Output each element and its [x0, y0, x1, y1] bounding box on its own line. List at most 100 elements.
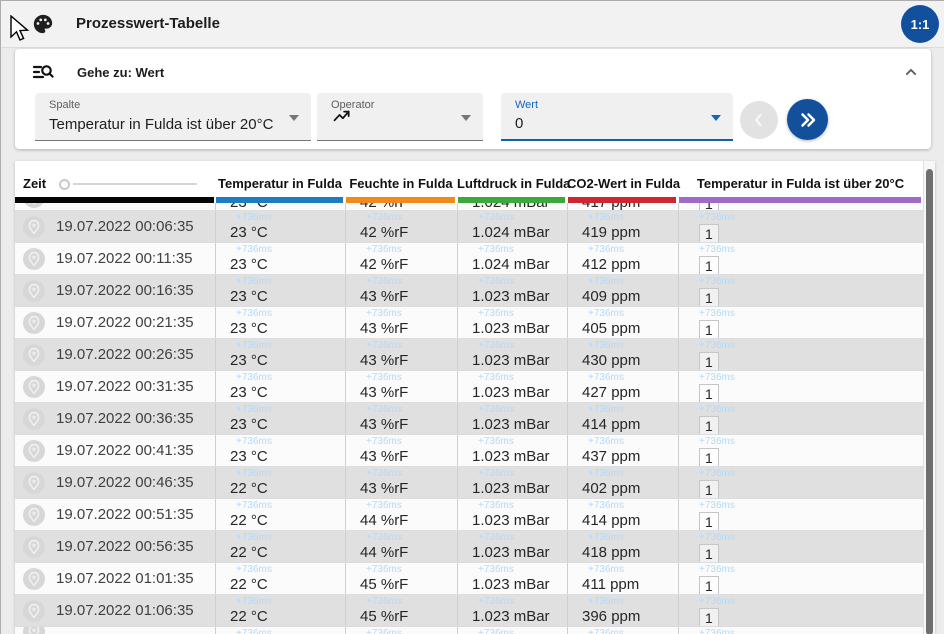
value-cell: +736ms 411 ppm [567, 563, 678, 594]
value-cell: +736ms1 [678, 307, 923, 338]
cell-value: 44 %rF [360, 512, 409, 529]
time-cell [15, 627, 215, 634]
table-row[interactable]: 19.07.2022 00:31:35 +736ms 23 °C +736ms 43 %… [15, 370, 923, 402]
value-cell: +736ms 43 %rF [345, 467, 457, 498]
cell-value: 22 °C [230, 512, 268, 529]
offset-label: +736ms [478, 404, 514, 415]
column-header[interactable]: Feuchte in Fulda [345, 161, 457, 203]
timestamp: 19.07.2022 00:41:35 [56, 442, 194, 459]
offset-label: +736ms [366, 404, 402, 415]
cell-value: 1.023 mBar [472, 512, 550, 529]
table-row[interactable]: 19.07.2022 00:11:35 +736ms 23 °C +736ms 42 %… [15, 242, 923, 274]
table-row[interactable]: +736ms +736ms +736ms +736ms +736ms [15, 626, 923, 634]
offset-label: +736ms [699, 468, 735, 479]
offset-label: +736ms [366, 500, 402, 511]
table-row[interactable]: 19.07.2022 00:16:35 +736ms 23 °C +736ms 43 %… [15, 274, 923, 306]
cell-value: 437 ppm [582, 448, 641, 465]
column-select-label: Spalte [49, 99, 81, 111]
value-cell: +736ms23 °C [215, 339, 345, 370]
table-row[interactable]: 19.07.2022 00:21:35 +736ms 23 °C +736ms 43 %… [15, 306, 923, 338]
offset-label: +736ms [478, 628, 514, 634]
value-cell: +736ms [678, 627, 923, 634]
cell-value: 1 [699, 224, 719, 242]
slider-handle[interactable] [59, 179, 70, 190]
value-cell: +736ms1 [678, 339, 923, 370]
offset-label: +736ms [236, 308, 272, 319]
column-header[interactable]: Temperatur in Fulda [215, 161, 345, 203]
cell-value: 1.023 mBar [472, 288, 550, 305]
value-cell: +736ms23 °C [215, 243, 345, 274]
next-match-button[interactable] [787, 99, 828, 140]
table-row[interactable]: 19.07.2022 00:06:35 +736ms 23 °C +736ms 42 %… [15, 210, 923, 242]
offset-label: +736ms [366, 532, 402, 543]
cell-value: 23 °C [230, 256, 268, 273]
previous-match-button[interactable] [740, 101, 778, 139]
cell-value: 430 ppm [582, 352, 641, 369]
value-cell: +736ms23 °C [215, 203, 345, 210]
column-header-label: Feuchte in Fulda [349, 176, 453, 191]
time-cell: 19.07.2022 00:51:35 [15, 499, 215, 530]
location-pin-icon [22, 599, 46, 623]
cell-value: 1.024 mBar [458, 203, 567, 210]
column-header[interactable]: Temperatur in Fulda ist über 20°C [678, 161, 923, 203]
palette-icon[interactable] [32, 13, 54, 40]
value-cell: +736ms 22 °C [215, 531, 345, 562]
table-row[interactable]: 19.07.2022 00:51:35 +736ms 22 °C +736ms 44 %… [15, 498, 923, 530]
cell-value: 22 °C [230, 608, 268, 625]
table-row[interactable]: 19.07.2022 00:36:35 +736ms 23 °C +736ms 43 %… [15, 402, 923, 434]
cell-value: 43 %rF [360, 416, 409, 433]
cell-value: 42 %rF [346, 203, 457, 210]
value-cell: +736ms 405 ppm [567, 307, 678, 338]
cell-value: 1 [699, 203, 719, 210]
cell-value: 1.024 mBar [472, 256, 550, 273]
clipped-table-row[interactable]: +736ms23 °C+736ms42 %rF+736ms1.024 mBar+… [15, 203, 935, 210]
cell-value: 419 ppm [582, 224, 641, 241]
cell-value: 1.023 mBar [472, 320, 550, 337]
offset-label: +736ms [366, 212, 402, 223]
value-cell: +736ms 414 ppm [567, 403, 678, 434]
column-select[interactable]: Spalte Temperatur in Fulda ist über 20°C [35, 93, 311, 141]
location-pin-icon [22, 279, 46, 303]
offset-label: +736ms [236, 468, 272, 479]
value-cell: +736ms1 [678, 435, 923, 466]
value-cell: +736ms 1.023 mBar [457, 275, 567, 306]
cell-value: 417 ppm [568, 203, 678, 210]
table-row[interactable]: 19.07.2022 01:01:35 +736ms 22 °C +736ms 45 %… [15, 562, 923, 594]
value-select[interactable]: Wert 0 [501, 93, 733, 141]
value-cell: +736ms1 [678, 211, 923, 242]
time-cell: 19.07.2022 00:06:35 [15, 211, 215, 242]
column-header-label: Temperatur in Fulda [218, 176, 342, 191]
operator-select[interactable]: Operator [317, 93, 483, 141]
column-header[interactable]: Luftdruck in Fulda [457, 161, 570, 203]
offset-label: +736ms [478, 340, 514, 351]
value-cell: +736ms 22 °C [215, 499, 345, 530]
value-cell: +736ms1 [678, 531, 923, 562]
offset-label: +736ms [366, 308, 402, 319]
offset-label: +736ms [236, 564, 272, 575]
table-row[interactable]: 19.07.2022 00:56:35 +736ms 22 °C +736ms 44 %… [15, 530, 923, 562]
time-column-header[interactable]: Zeit [15, 161, 215, 203]
table-row[interactable]: 19.07.2022 00:26:35 +736ms 23 °C +736ms 43 %… [15, 338, 923, 370]
table-row[interactable]: 19.07.2022 01:06:35 +736ms 22 °C +736ms 45 %… [15, 594, 923, 626]
slider-track [73, 183, 197, 185]
cell-value: 1 [699, 608, 719, 626]
time-cell [15, 203, 215, 210]
collapse-panel-chevron-up-icon[interactable] [898, 59, 924, 85]
offset-label: +736ms [699, 404, 735, 415]
value-cell: +736ms1 [678, 275, 923, 306]
table-body: +736ms23 °C+736ms42 %rF+736ms1.024 mBar+… [15, 203, 935, 634]
cell-value: 45 %rF [360, 576, 409, 593]
table-row[interactable]: 19.07.2022 00:41:35 +736ms 23 °C +736ms 43 %… [15, 434, 923, 466]
top-bar: Prozesswert-Tabelle 1:1 [1, 1, 944, 48]
cell-value: 22 °C [230, 544, 268, 561]
vertical-scrollbar[interactable] [923, 161, 935, 634]
zoom-ratio-badge[interactable]: 1:1 [901, 5, 939, 43]
cell-value: 23 °C [230, 416, 268, 433]
scrollbar-thumb[interactable] [926, 169, 933, 634]
offset-label: +736ms [699, 244, 735, 255]
table-row[interactable]: 19.07.2022 00:46:35 +736ms 22 °C +736ms 43 %… [15, 466, 923, 498]
cell-value: 1.023 mBar [472, 576, 550, 593]
value-cell: +736ms 1.023 mBar [457, 435, 567, 466]
time-offset-slider[interactable] [59, 178, 209, 192]
column-header[interactable]: CO2-Wert in Fulda [567, 161, 680, 203]
